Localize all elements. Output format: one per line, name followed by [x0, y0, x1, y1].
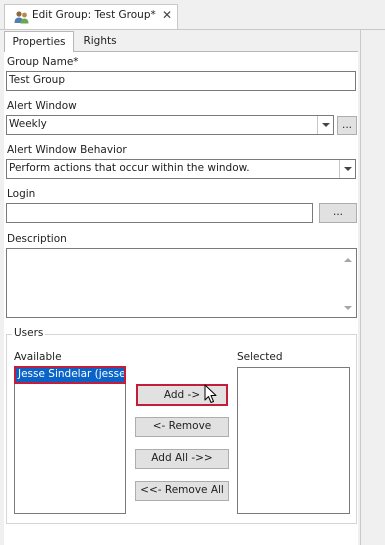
description-textarea[interactable]	[6, 248, 357, 318]
chevron-down-icon[interactable]	[339, 160, 355, 178]
group-name-label: Group Name*	[7, 56, 79, 68]
tab-properties[interactable]: Properties	[4, 31, 74, 52]
alert-window-dropdown[interactable]: Weekly	[6, 115, 334, 135]
scroll-down-icon[interactable]	[344, 306, 352, 310]
login-browse-button[interactable]: ...	[319, 203, 357, 223]
alert-window-behavior-dropdown[interactable]: Perform actions that occur within the wi…	[6, 159, 356, 179]
remove-button[interactable]: <- Remove	[135, 417, 229, 437]
available-users-list[interactable]	[14, 366, 126, 514]
login-label: Login	[7, 188, 36, 200]
group-name-input[interactable]: Test Group	[6, 71, 356, 91]
available-label: Available	[14, 351, 62, 363]
selected-users-list[interactable]	[237, 367, 350, 514]
users-icon	[14, 10, 29, 24]
login-input[interactable]	[6, 203, 313, 223]
add-all-button[interactable]: Add All ->>	[135, 449, 229, 469]
alert-window-browse-button[interactable]: ...	[337, 116, 357, 135]
document-tab[interactable]: Edit Group: Test Group* ✕	[4, 4, 178, 30]
tab-rights[interactable]: Rights	[74, 31, 126, 52]
users-group-label: Users	[12, 327, 46, 339]
document-tab-title: Edit Group: Test Group*	[32, 9, 156, 21]
description-label: Description	[7, 233, 67, 245]
remove-all-button[interactable]: <<- Remove All	[135, 481, 229, 501]
selected-label: Selected	[237, 351, 283, 363]
alert-window-label: Alert Window	[7, 100, 77, 112]
alert-window-behavior-value: Perform actions that occur within the wi…	[9, 162, 250, 174]
close-icon[interactable]: ✕	[160, 8, 174, 22]
panel-right-border	[360, 30, 361, 545]
group-name-value: Test Group	[9, 74, 65, 86]
alert-window-value: Weekly	[9, 118, 47, 130]
list-item[interactable]: Jesse Sindelar (jesse.s	[16, 368, 124, 382]
scroll-up-icon[interactable]	[344, 258, 352, 262]
chevron-down-icon[interactable]	[317, 116, 333, 134]
mouse-pointer-icon	[204, 384, 218, 404]
alert-window-behavior-label: Alert Window Behavior	[7, 144, 127, 156]
